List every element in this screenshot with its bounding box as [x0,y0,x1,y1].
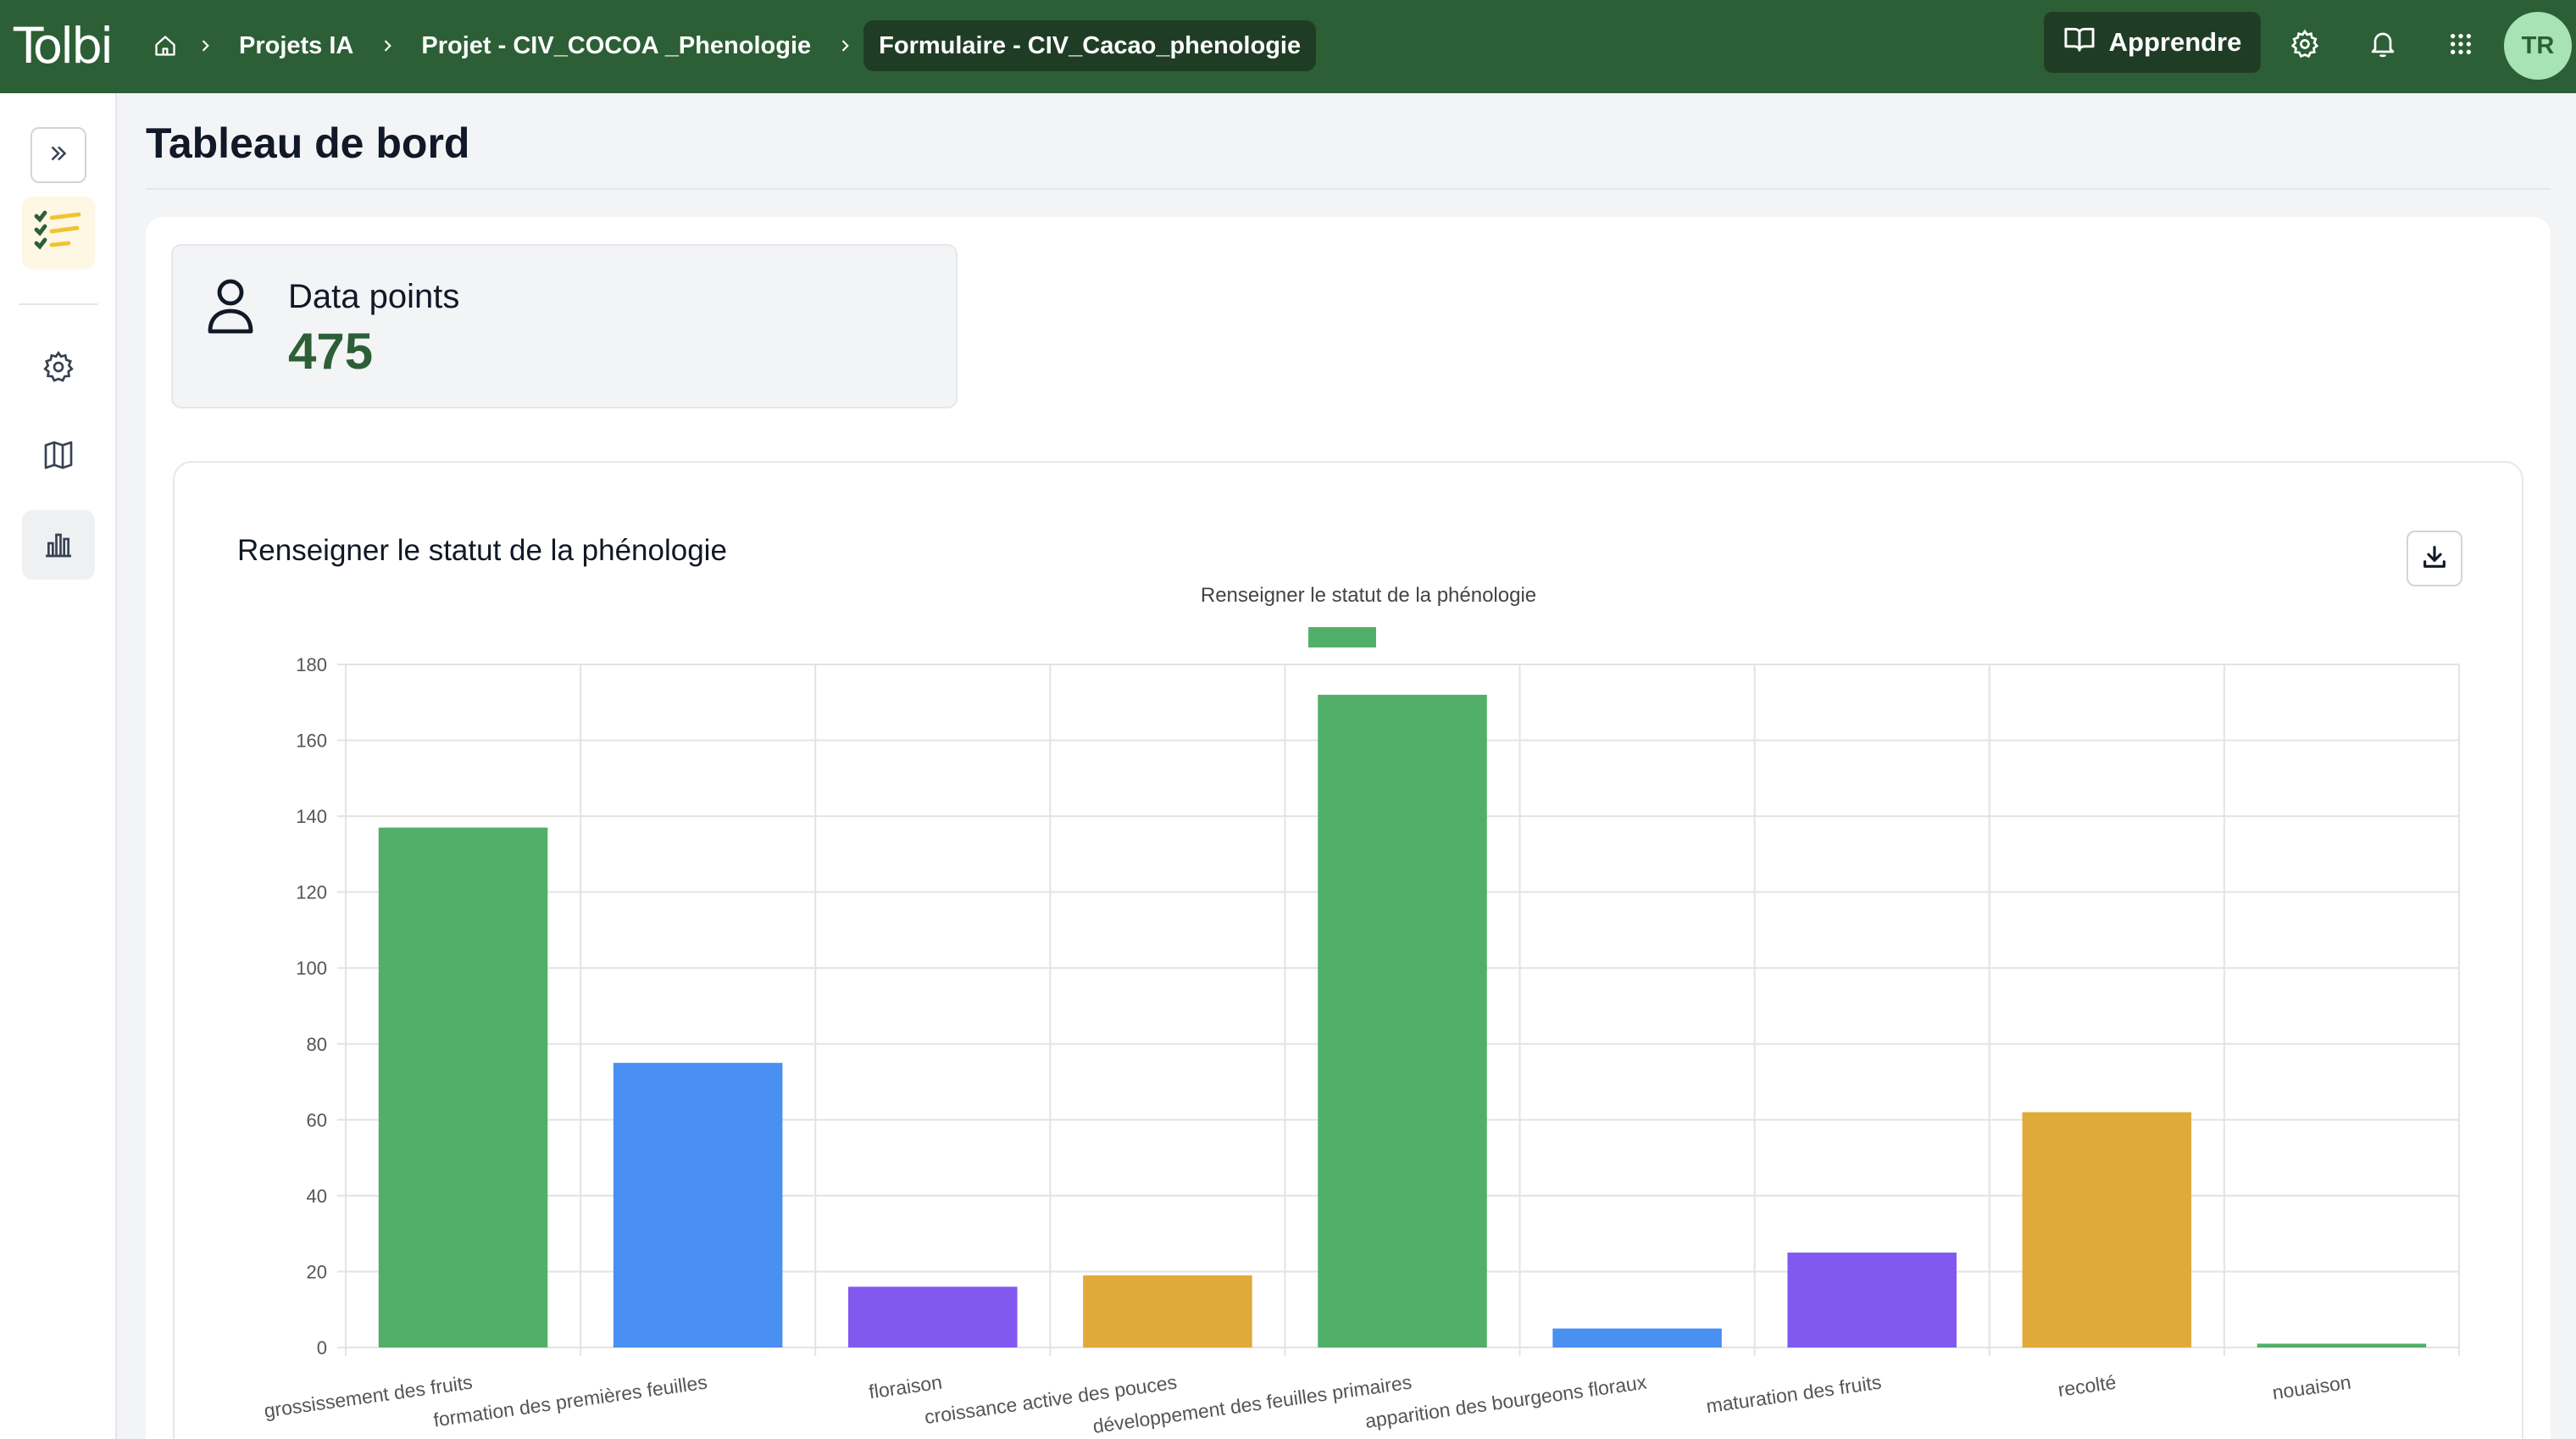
bar [1083,1275,1252,1347]
sidebar-item-settings[interactable] [29,339,88,398]
book-icon [2063,25,2096,60]
double-chevron-right-icon [46,141,71,170]
bar-chart-icon [42,526,75,564]
y-tick-label: 140 [296,806,327,827]
learn-label: Apprendre [2108,27,2242,57]
legend-swatch [1308,627,1376,647]
chart-title: Renseigner le statut de la phénologie [1201,584,1536,607]
bar [1552,1328,1722,1347]
checklist-icon [31,204,86,263]
chart-card: Renseigner le statut de la phénologie Re… [173,461,2523,1439]
y-tick-label: 160 [296,731,327,752]
avatar[interactable]: TR [2504,12,2572,80]
y-tick-label: 0 [317,1337,327,1358]
sidebar-item-dashboard[interactable] [22,510,95,580]
sidebar [0,93,117,1439]
y-tick-label: 180 [296,654,327,675]
x-tick-label: formation des premières feuilles [432,1371,708,1431]
y-tick-label: 100 [296,958,327,979]
tolbi-logo[interactable]: Tolbi [14,12,114,80]
bar [2257,1343,2427,1347]
map-icon [42,438,75,476]
y-tick-label: 80 [307,1034,327,1055]
top-bar: Tolbi Projets IA Projet - CIV_COCOA _Phe… [0,0,2576,93]
x-tick-label: nouaison [2271,1371,2352,1404]
bar [378,827,548,1347]
home-icon[interactable] [144,20,186,71]
y-tick-label: 20 [307,1261,327,1282]
gear-icon [42,350,75,388]
kpi-label: Data points [288,278,460,315]
x-tick-label: floraison [868,1371,944,1403]
kpi-card-data-points: Data points 475 [171,244,958,408]
breadcrumb-projets-ia[interactable]: Projets IA [224,20,369,71]
bar-chart: Renseigner le statut de la phénologie 0 20… [263,584,2460,1437]
page-title: Tableau de bord [146,119,470,167]
kpi-value: 475 [288,323,374,380]
user-icon [207,276,263,341]
x-tick-label: recolté [2057,1371,2118,1401]
sidebar-item-app[interactable] [22,197,95,269]
bar [1318,694,1487,1347]
breadcrumb-formulaire[interactable]: Formulaire - CIV_Cacao_phenologie [863,20,1317,71]
bell-icon[interactable] [2357,19,2408,69]
title-divider [146,188,2551,190]
gear-icon[interactable] [2279,19,2330,69]
grid-icon[interactable] [2435,19,2486,69]
breadcrumb-projet[interactable]: Projet - CIV_COCOA _Phenologie [406,20,826,71]
bar [613,1063,783,1347]
sidebar-divider [19,303,98,305]
chevron-right-icon [369,20,406,71]
y-tick-label: 40 [307,1186,327,1207]
sidebar-item-map[interactable] [29,427,88,486]
learn-button[interactable]: Apprendre [2044,12,2261,73]
sidebar-expand-button[interactable] [31,127,86,183]
bar [2022,1112,2192,1347]
x-tick-label: maturation des fruits [1705,1371,1883,1418]
y-tick-label: 120 [296,882,327,903]
chevron-right-icon [186,20,224,71]
y-tick-label: 60 [307,1109,327,1131]
breadcrumb: Projets IA Projet - CIV_COCOA _Phenologi… [144,20,1317,71]
bar [848,1286,1018,1347]
bar [1787,1253,1957,1347]
chevron-right-icon [826,20,863,71]
